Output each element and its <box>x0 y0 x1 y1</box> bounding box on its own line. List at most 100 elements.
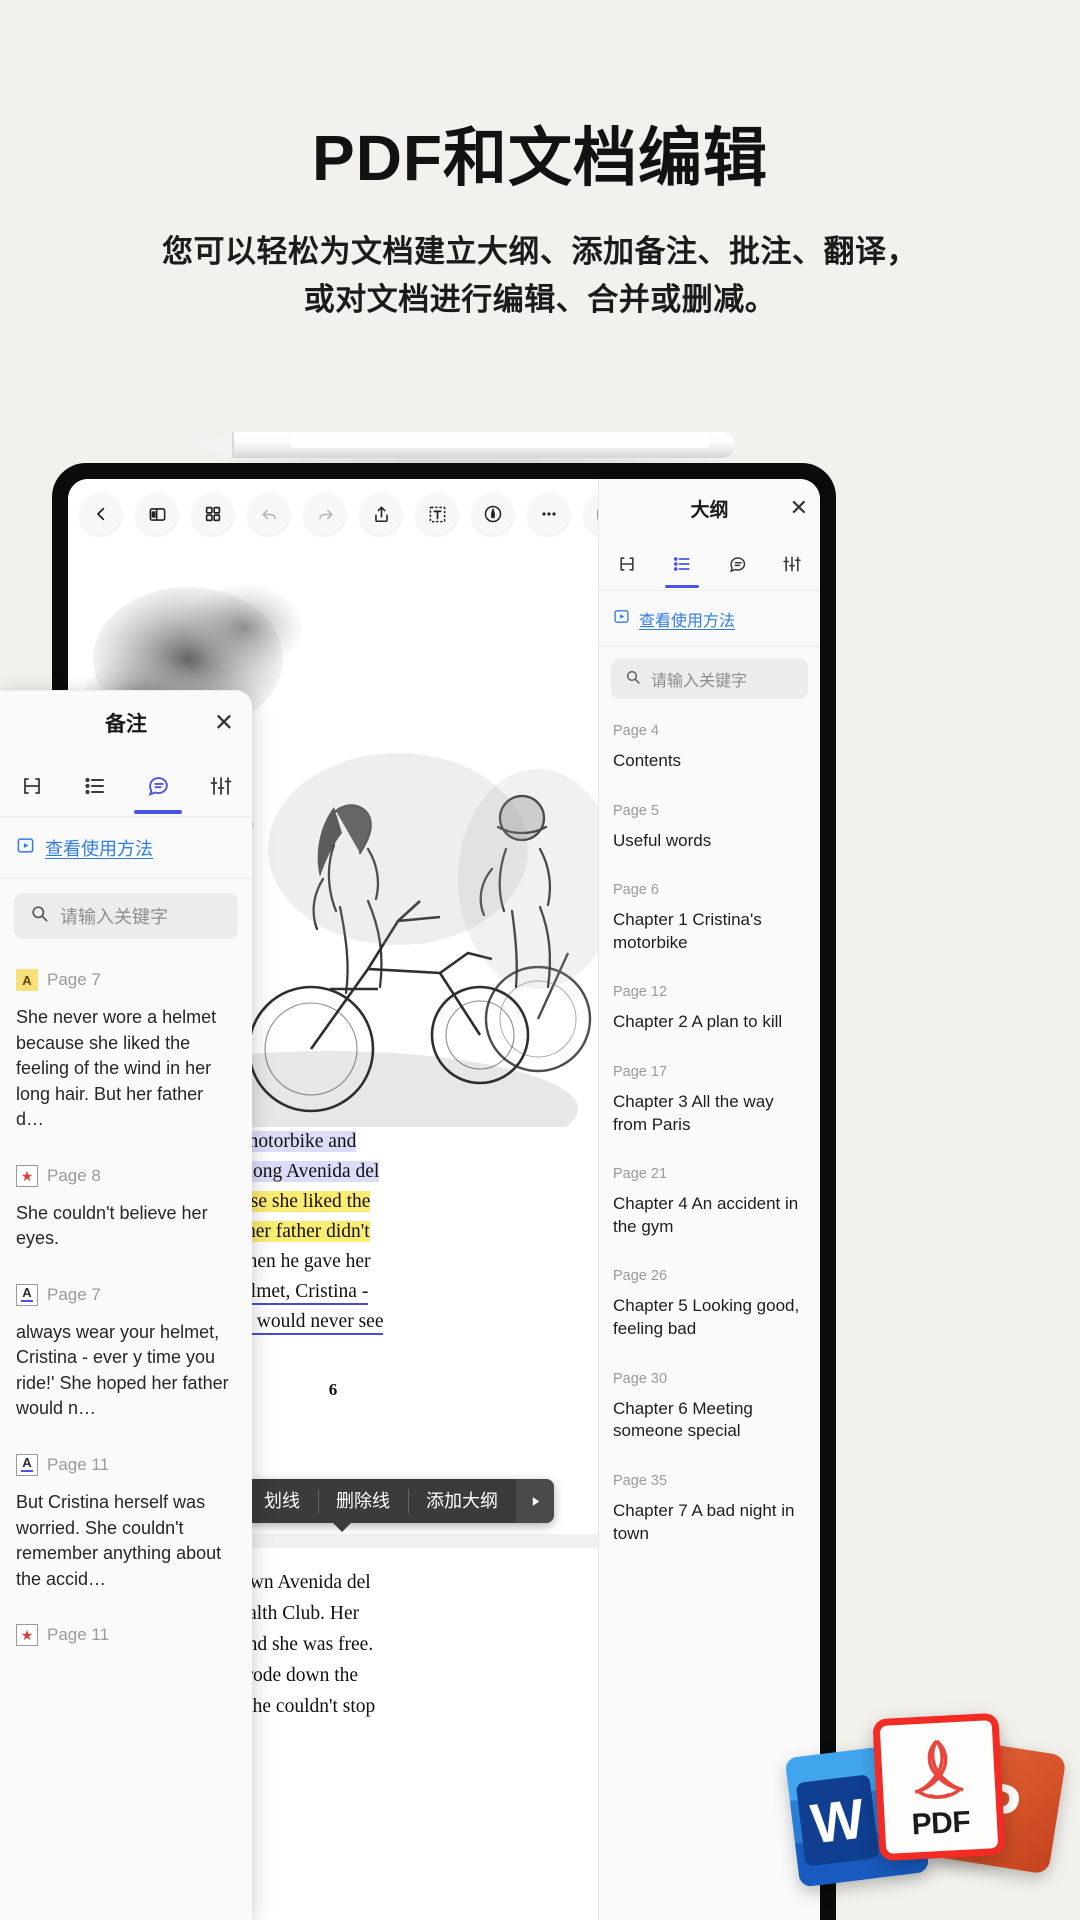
underline-badge-icon: A <box>16 1454 38 1476</box>
tab-layout[interactable] <box>605 540 649 588</box>
list-item[interactable]: A Page 11 But Cristina herself was worri… <box>0 1442 252 1612</box>
outline-item-page: Page 5 <box>613 803 806 819</box>
promo-page: PDF和文档编辑 您可以轻松为文档建立大纲、添加备注、批注、翻译， 或对文档进行… <box>0 0 1080 1920</box>
tab-layout[interactable] <box>6 758 58 814</box>
outline-item-page: Page 4 <box>613 723 806 739</box>
note-meta: A Page 7 <box>16 1284 236 1306</box>
note-meta: A Page 7 <box>16 969 236 991</box>
note-text: She couldn't believe her eyes. <box>16 1201 236 1252</box>
outline-search-wrap: 请输入关键字 <box>599 647 820 709</box>
note-meta: ★ Page 11 <box>16 1624 236 1646</box>
outline-item-title: Useful words <box>613 830 806 853</box>
note-page-label: Page 11 <box>47 1455 109 1475</box>
close-icon[interactable]: ✕ <box>214 709 234 738</box>
subtitle-line-2: 或对文档进行编辑、合并或删减。 <box>0 276 1080 324</box>
play-video-icon <box>16 836 35 860</box>
outline-item-title: Chapter 4 An accident in the gym <box>613 1193 806 1238</box>
outline-item-page: Page 35 <box>613 1473 806 1489</box>
outline-howto-link[interactable]: 查看使用方法 <box>599 591 820 647</box>
list-item[interactable]: Page 21 Chapter 4 An accident in the gym <box>599 1158 820 1260</box>
list-item[interactable]: A Page 7 always wear your helmet, Cristi… <box>0 1272 252 1442</box>
list-item[interactable]: Page 26 Chapter 5 Looking good, feeling … <box>599 1260 820 1362</box>
outline-item-title: Chapter 3 All the way from Paris <box>613 1091 806 1136</box>
notes-search-input[interactable]: 请输入关键字 <box>14 893 238 939</box>
pdf-label: PDF <box>911 1805 971 1842</box>
list-item[interactable]: Page 4 Contents <box>599 715 820 795</box>
list-item[interactable]: Page 35 Chapter 7 A bad night in town <box>599 1465 820 1567</box>
tab-outline[interactable] <box>69 758 121 814</box>
notes-howto-link[interactable]: 查看使用方法 <box>0 817 252 879</box>
note-page-label: Page 7 <box>47 1285 101 1305</box>
notes-list[interactable]: A Page 7 She never wore a helmet because… <box>0 951 252 1680</box>
list-item[interactable]: Page 30 Chapter 6 Meeting someone specia… <box>599 1363 820 1465</box>
pen-icon[interactable] <box>472 493 514 535</box>
tab-settings[interactable] <box>770 540 814 588</box>
outline-item-page: Page 21 <box>613 1166 806 1182</box>
list-item[interactable]: Page 5 Useful words <box>599 795 820 875</box>
list-item[interactable]: ★ Page 8 She couldn't believe her eyes. <box>0 1153 252 1272</box>
list-item[interactable]: Page 17 Chapter 3 All the way from Paris <box>599 1056 820 1158</box>
outline-item-page: Page 17 <box>613 1064 806 1080</box>
tab-outline[interactable] <box>660 540 704 588</box>
note-text: always wear your helmet, Cristina - ever… <box>16 1320 236 1422</box>
tab-notes[interactable] <box>132 758 184 814</box>
note-meta: A Page 11 <box>16 1454 236 1476</box>
tab-settings[interactable] <box>195 758 247 814</box>
list-item[interactable]: ★ Page 11 <box>0 1612 252 1680</box>
redo-icon[interactable] <box>304 493 346 535</box>
back-icon[interactable] <box>80 493 122 535</box>
note-page-label: Page 8 <box>47 1166 101 1186</box>
list-item[interactable]: Page 6 Chapter 1 Cristina's motorbike <box>599 874 820 976</box>
notes-panel-header: 备注 ✕ <box>0 691 252 755</box>
outline-search-input[interactable]: 请输入关键字 <box>611 659 808 699</box>
outline-item-page: Page 6 <box>613 882 806 898</box>
app-icons-cluster: P W PDF <box>764 1690 1064 1910</box>
outline-panel-tabs <box>599 537 820 591</box>
page-title: PDF和文档编辑 <box>0 122 1080 196</box>
tab-notes[interactable] <box>715 540 759 588</box>
undo-icon[interactable] <box>248 493 290 535</box>
subtitle-line-1: 您可以轻松为文档建立大纲、添加备注、批注、翻译， <box>0 228 1080 276</box>
note-meta: ★ Page 8 <box>16 1165 236 1187</box>
more-icon[interactable] <box>528 493 570 535</box>
outline-search-placeholder: 请输入关键字 <box>651 667 747 691</box>
outline-item-title: Chapter 1 Cristina's motorbike <box>613 909 806 954</box>
star-badge-icon: ★ <box>16 1624 38 1646</box>
notes-search-placeholder: 请输入关键字 <box>60 903 168 929</box>
ctx-next-icon[interactable] <box>516 1479 554 1523</box>
list-item[interactable]: A Page 7 She never wore a helmet because… <box>0 957 252 1153</box>
notes-panel: 备注 ✕ 查看使用方法 <box>0 690 252 1920</box>
underline-badge-icon: A <box>16 1284 38 1306</box>
outline-item-title: Chapter 5 Looking good, feeling bad <box>613 1295 806 1340</box>
list-item[interactable]: Page 12 Chapter 2 A plan to kill <box>599 976 820 1056</box>
ctx-strikethrough-button[interactable]: 删除线 <box>318 1479 408 1523</box>
outline-panel-header: 大纲 ✕ <box>599 479 820 537</box>
grid-view-icon[interactable] <box>192 493 234 535</box>
outline-item-page: Page 26 <box>613 1268 806 1284</box>
reader-toolbar <box>68 479 598 549</box>
note-page-label: Page 7 <box>47 970 101 990</box>
outline-item-title: Chapter 7 A bad night in town <box>613 1500 806 1545</box>
outline-item-title: Chapter 6 Meeting someone special <box>613 1398 806 1443</box>
outline-panel-title: 大纲 <box>690 495 728 522</box>
text-box-icon[interactable] <box>416 493 458 535</box>
search-icon <box>30 904 49 928</box>
outline-item-title: Chapter 2 A plan to kill <box>613 1011 806 1034</box>
highlight-badge-icon: A <box>16 969 38 991</box>
close-icon[interactable]: ✕ <box>790 497 808 519</box>
share-icon[interactable] <box>360 493 402 535</box>
play-video-icon <box>613 608 630 630</box>
notes-panel-tabs <box>0 755 252 817</box>
notes-search-wrap: 请输入关键字 <box>0 879 252 951</box>
outline-howto-label: 查看使用方法 <box>639 607 735 631</box>
note-text: But Cristina herself was worried. She co… <box>16 1490 236 1592</box>
text-context-toolbar[interactable]: 划线 删除线 添加大纲 <box>246 1479 554 1523</box>
ctx-add-outline-button[interactable]: 添加大纲 <box>408 1479 516 1523</box>
sidebar-toggle-icon[interactable] <box>136 493 178 535</box>
note-page-label: Page 11 <box>47 1625 109 1645</box>
ctx-underline-button[interactable]: 划线 <box>246 1479 318 1523</box>
stylus-pencil <box>190 432 735 458</box>
note-text: She never wore a helmet because she like… <box>16 1005 236 1133</box>
outline-item-title: Contents <box>613 750 806 773</box>
outline-item-page: Page 12 <box>613 984 806 1000</box>
